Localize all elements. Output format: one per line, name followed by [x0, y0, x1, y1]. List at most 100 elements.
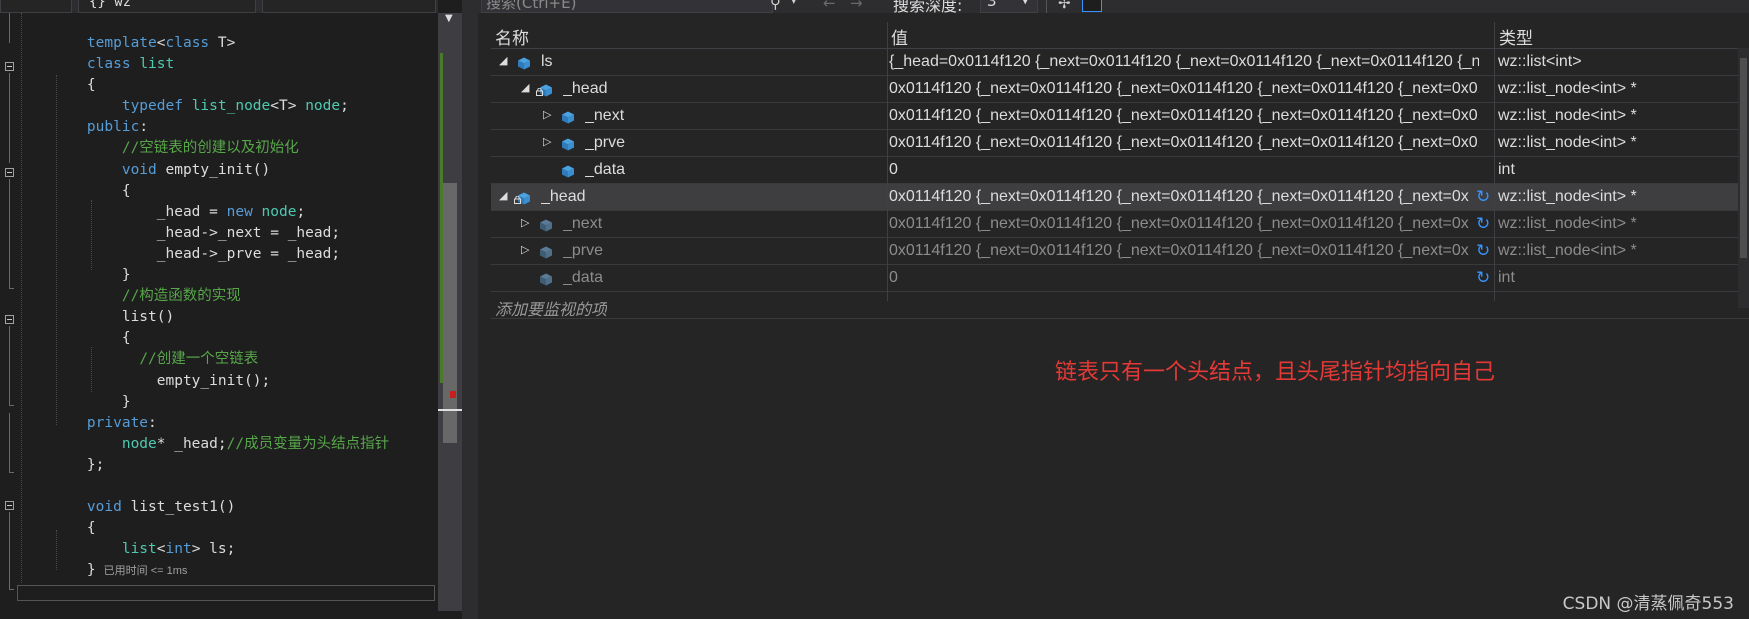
code-line[interactable]: }	[52, 392, 389, 413]
expand-icon[interactable]: ▷	[543, 135, 551, 148]
fold-toggle-icon[interactable]	[5, 62, 14, 71]
watch-name[interactable]: _data	[563, 269, 603, 287]
code-text[interactable]: template<class T> class list { typedef l…	[52, 33, 389, 581]
expand-icon[interactable]: ▷	[521, 243, 529, 256]
add-watch-row[interactable]: 添加要监视的项	[491, 292, 1749, 319]
watch-row[interactable]: _data 0 ↻ int	[491, 265, 1749, 292]
code-line[interactable]: _head->_prve = _head;	[52, 244, 389, 265]
back-arrow-icon[interactable]: ←	[823, 0, 836, 12]
code-token: {	[52, 520, 96, 537]
pin-icon[interactable]: ✢	[1058, 0, 1071, 12]
view-raw-button[interactable]	[1082, 0, 1102, 12]
column-header-type[interactable]: 类型	[1499, 24, 1533, 49]
code-line[interactable]: list<int> ls;	[52, 539, 389, 560]
column-header-value[interactable]: 值	[891, 24, 908, 49]
code-line[interactable]: _head = new node;	[52, 202, 389, 223]
watch-row[interactable]: ▷ _prve 0x0114f120 {_next=0x0114f120 {_nex…	[491, 238, 1749, 265]
column-divider[interactable]	[887, 22, 888, 301]
code-line[interactable]: typedef list_node<T> node;	[52, 96, 389, 117]
collapse-icon[interactable]: ◢	[499, 189, 507, 202]
code-line[interactable]: node* _head;//成员变量为头结点指针	[52, 434, 389, 455]
search-icon[interactable]: ⚲	[770, 0, 781, 12]
code-line[interactable]: void list_test1()	[52, 497, 389, 518]
code-token: ;	[340, 98, 349, 115]
watch-row[interactable]: _data 0 int	[491, 157, 1749, 184]
expand-icon[interactable]: ▷	[521, 216, 529, 229]
code-line[interactable]: //构造函数的实现	[52, 286, 389, 307]
watch-value[interactable]: 0x0114f120 {_next=0x0114f120 {_next=0x01…	[889, 242, 1469, 260]
fold-toggle-icon[interactable]	[5, 315, 14, 324]
fold-toggle-icon[interactable]	[5, 501, 14, 510]
watch-value[interactable]: 0	[889, 161, 1479, 179]
code-line[interactable]: void empty_init()	[52, 160, 389, 181]
watch-value[interactable]: 0x0114f120 {_next=0x0114f120 {_next=0x01…	[889, 107, 1479, 125]
code-line[interactable]: //空链表的创建以及初始化	[52, 138, 389, 159]
watch-value[interactable]: 0	[889, 269, 1469, 287]
search-input[interactable]: 搜索(Ctrl+E)	[481, 0, 773, 13]
watch-value[interactable]: 0x0114f120 {_next=0x0114f120 {_next=0x01…	[889, 188, 1469, 206]
code-line[interactable]: {	[52, 75, 389, 96]
project-dropdown[interactable]	[0, 0, 72, 13]
code-line[interactable]	[52, 476, 389, 497]
watch-name[interactable]: ls	[541, 53, 553, 71]
search-depth-select[interactable]: 3 ▼	[980, 0, 1038, 13]
watch-row[interactable]: ◢ _head 0x0114f120 {_next=0x0114f120 {_nex…	[491, 76, 1749, 103]
scroll-down-icon[interactable]: ▼	[445, 13, 453, 24]
watch-value[interactable]: 0x0114f120 {_next=0x0114f120 {_next=0x01…	[889, 134, 1479, 152]
editor-horizontal-scrollbar[interactable]	[17, 585, 435, 601]
refresh-icon[interactable]: ↻	[1476, 241, 1490, 261]
code-line[interactable]: list()	[52, 307, 389, 328]
code-line[interactable]: _head->_next = _head;	[52, 223, 389, 244]
code-line[interactable]: } 已用时间 <= 1ms	[52, 560, 389, 581]
code-line[interactable]: };	[52, 455, 389, 476]
expand-icon[interactable]: ▷	[543, 108, 551, 121]
code-line[interactable]: {	[52, 328, 389, 349]
watch-row[interactable]: ▷ _prve 0x0114f120 {_next=0x0114f120 {_nex…	[491, 130, 1749, 157]
watch-name[interactable]: _head	[563, 80, 608, 98]
scrollbar-thumb[interactable]	[1740, 58, 1747, 258]
watch-name[interactable]: _data	[585, 161, 625, 179]
code-line[interactable]: }	[52, 265, 389, 286]
watch-vertical-scrollbar[interactable]	[1738, 48, 1749, 308]
code-line[interactable]: {	[52, 181, 389, 202]
code-line[interactable]: class list	[52, 54, 389, 75]
fold-toggle-icon[interactable]	[5, 168, 14, 177]
refresh-icon[interactable]: ↻	[1476, 214, 1490, 234]
watch-row[interactable]: ▷ _next 0x0114f120 {_next=0x0114f120 {_nex…	[491, 103, 1749, 130]
column-header-name[interactable]: 名称	[495, 24, 529, 49]
scope-dropdown[interactable]: {} wz	[78, 0, 256, 13]
code-line[interactable]: empty_init();	[52, 371, 389, 392]
code-line[interactable]: private:	[52, 413, 389, 434]
code-line[interactable]: //创建一个空链表	[52, 349, 389, 370]
code-line[interactable]: template<class T>	[52, 33, 389, 54]
column-divider[interactable]	[1494, 22, 1495, 301]
watch-row[interactable]: ◢ _head 0x0114f120 {_next=0x0114f120 {_nex…	[491, 184, 1749, 211]
code-editor[interactable]: {} wz template<class T> class list { typ…	[0, 0, 438, 619]
collapse-icon[interactable]: ◢	[521, 81, 529, 94]
collapse-icon[interactable]: ◢	[499, 54, 507, 67]
watch-value[interactable]: 0x0114f120 {_next=0x0114f120 {_next=0x01…	[889, 215, 1469, 233]
refresh-icon[interactable]: ↻	[1476, 187, 1490, 207]
watch-name[interactable]: _prve	[563, 242, 603, 260]
editor-vertical-scrollbar[interactable]: ▼	[438, 13, 462, 611]
add-watch-placeholder[interactable]: 添加要监视的项	[495, 296, 607, 320]
code-line[interactable]: public:	[52, 117, 389, 138]
code-line[interactable]: {	[52, 518, 389, 539]
search-options-icon[interactable]: ▾	[791, 0, 797, 7]
watch-name[interactable]: _next	[563, 215, 602, 233]
refresh-icon[interactable]: ↻	[1476, 268, 1490, 288]
watch-name[interactable]: _prve	[585, 134, 625, 152]
watch-name[interactable]: _next	[585, 107, 624, 125]
watch-value[interactable]: 0x0114f120 {_next=0x0114f120 {_next=0x01…	[889, 80, 1479, 98]
watch-row[interactable]: ◢ ls {_head=0x0114f120 {_next=0x0114f120 {…	[491, 49, 1749, 76]
forward-arrow-icon[interactable]: →	[850, 0, 863, 12]
pane-splitter[interactable]	[462, 0, 478, 619]
member-dropdown[interactable]	[262, 0, 436, 13]
watch-row[interactable]: ▷ _next 0x0114f120 {_next=0x0114f120 {_nex…	[491, 211, 1749, 238]
watch-value[interactable]: {_head=0x0114f120 {_next=0x0114f120 {_ne…	[889, 53, 1479, 71]
watch-name[interactable]: _head	[541, 188, 586, 206]
scrollbar-thumb[interactable]	[443, 183, 457, 443]
code-token: //构造函数的实现	[121, 288, 241, 305]
